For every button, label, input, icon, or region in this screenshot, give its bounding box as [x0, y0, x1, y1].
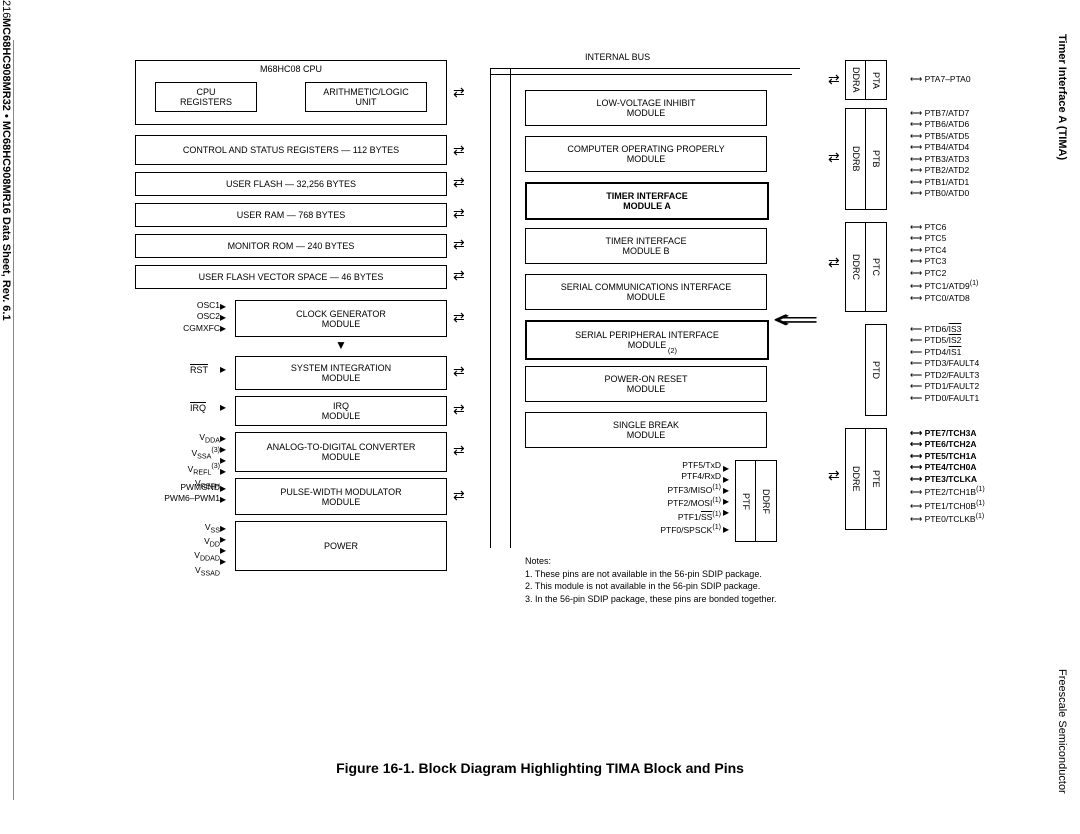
- ptd-box: PTD: [865, 324, 887, 416]
- adc-module: ANALOG-TO-DIGITAL CONVERTER MODULE: [235, 432, 447, 472]
- spi-module: SERIAL PERIPHERAL INTERFACE MODULE(2): [525, 320, 769, 360]
- ptd-pins: ⟵ PTD6/IS3 ⟵ PTD5/IS2 ⟵ PTD4/IS1 ⟵ PTD3/…: [910, 324, 979, 404]
- pta-pins: ⟷ PTA7–PTA0: [910, 74, 971, 85]
- irq-pin: IRQ: [190, 403, 206, 413]
- ptf-pins: PTF5/TxD PTF4/RxD PTF3/MISO(1) PTF2/MOSI…: [643, 460, 721, 536]
- pte-box: PTE: [865, 428, 887, 530]
- clock-pins: OSC1 OSC2 CGMXFC: [160, 300, 220, 334]
- ddre-box: DDRE: [845, 428, 867, 530]
- power-pins: VSSVDDVDDADVSSAD: [165, 522, 220, 579]
- datasheet-title: MC68HC908MR32 • MC68HC908MR16 Data Sheet…: [0, 18, 12, 321]
- ptb-box: PTB: [865, 108, 887, 210]
- irq-module: IRQ MODULE: [235, 396, 447, 426]
- page: Timer Interface A (TIMA) Freescale Semic…: [0, 0, 1080, 834]
- monitor-rom: MONITOR ROM — 240 BYTES: [135, 234, 447, 258]
- ptf-box: PTF: [735, 460, 757, 542]
- sim-module: SYSTEM INTEGRATION MODULE: [235, 356, 447, 390]
- ddrc-box: DDRC: [845, 222, 867, 312]
- pwm-module: PULSE-WIDTH MODULATOR MODULE: [235, 478, 447, 515]
- cpu-registers: CPU REGISTERS: [155, 82, 257, 112]
- ddrf-box: DDRF: [755, 460, 777, 542]
- user-ram: USER RAM — 768 BYTES: [135, 203, 447, 227]
- clock-gen: CLOCK GENERATOR MODULE: [235, 300, 447, 337]
- block-diagram: M68HC08 CPU CPU REGISTERS ARITHMETIC/LOG…: [95, 60, 1030, 730]
- alu: ARITHMETIC/LOGIC UNIT: [305, 82, 427, 112]
- ptc-pins: ⟷ PTC6 ⟷ PTC5 ⟷ PTC4 ⟷ PTC3 ⟷ PTC2 ⟷ PTC…: [910, 222, 978, 304]
- ctrl-status-reg: CONTROL AND STATUS REGISTERS — 112 BYTES: [135, 135, 447, 165]
- ddra-box: DDRA: [845, 60, 867, 100]
- notes: Notes: 1. These pins are not available i…: [525, 555, 777, 605]
- por-module: POWER-ON RESET MODULE: [525, 366, 767, 402]
- ptb-pins: ⟷ PTB7/ATD7 ⟷ PTB6/ATD6 ⟷ PTB5/ATD5 ⟷ PT…: [910, 108, 969, 200]
- flash-vector: USER FLASH VECTOR SPACE — 46 BYTES: [135, 265, 447, 289]
- figure-caption: Figure 16-1. Block Diagram Highlighting …: [0, 760, 1080, 776]
- bus-open-arrow-icon: ⇐: [772, 304, 820, 335]
- lvi-module: LOW-VOLTAGE INHIBIT MODULE: [525, 90, 767, 126]
- sci-module: SERIAL COMMUNICATIONS INTERFACE MODULE: [525, 274, 767, 310]
- internal-bus-label: INTERNAL BUS: [585, 52, 650, 62]
- pwm-pins: PWMGND PWM6–PWM1: [140, 482, 220, 505]
- down-arrow-icon: ▼: [335, 338, 347, 352]
- power-block: POWER: [235, 521, 447, 571]
- pte-pins: ⟷ PTE7/TCH3A ⟷ PTE6/TCH2A ⟷ PTE5/TCH1A ⟷…: [910, 428, 985, 525]
- page-number: 216: [0, 0, 12, 18]
- cpu-title: M68HC08 CPU: [260, 64, 322, 74]
- tima-module: TIMER INTERFACE MODULE A: [525, 182, 769, 220]
- pta-box: PTA: [865, 60, 887, 100]
- timb-module: TIMER INTERFACE MODULE B: [525, 228, 767, 264]
- cop-module: COMPUTER OPERATING PROPERLY MODULE: [525, 136, 767, 172]
- ddrb-box: DDRB: [845, 108, 867, 210]
- header-right: Timer Interface A (TIMA): [1056, 34, 1068, 160]
- user-flash: USER FLASH — 32,256 BYTES: [135, 172, 447, 196]
- break-module: SINGLE BREAK MODULE: [525, 412, 767, 448]
- ptc-box: PTC: [865, 222, 887, 312]
- rst-pin: RST: [190, 365, 208, 375]
